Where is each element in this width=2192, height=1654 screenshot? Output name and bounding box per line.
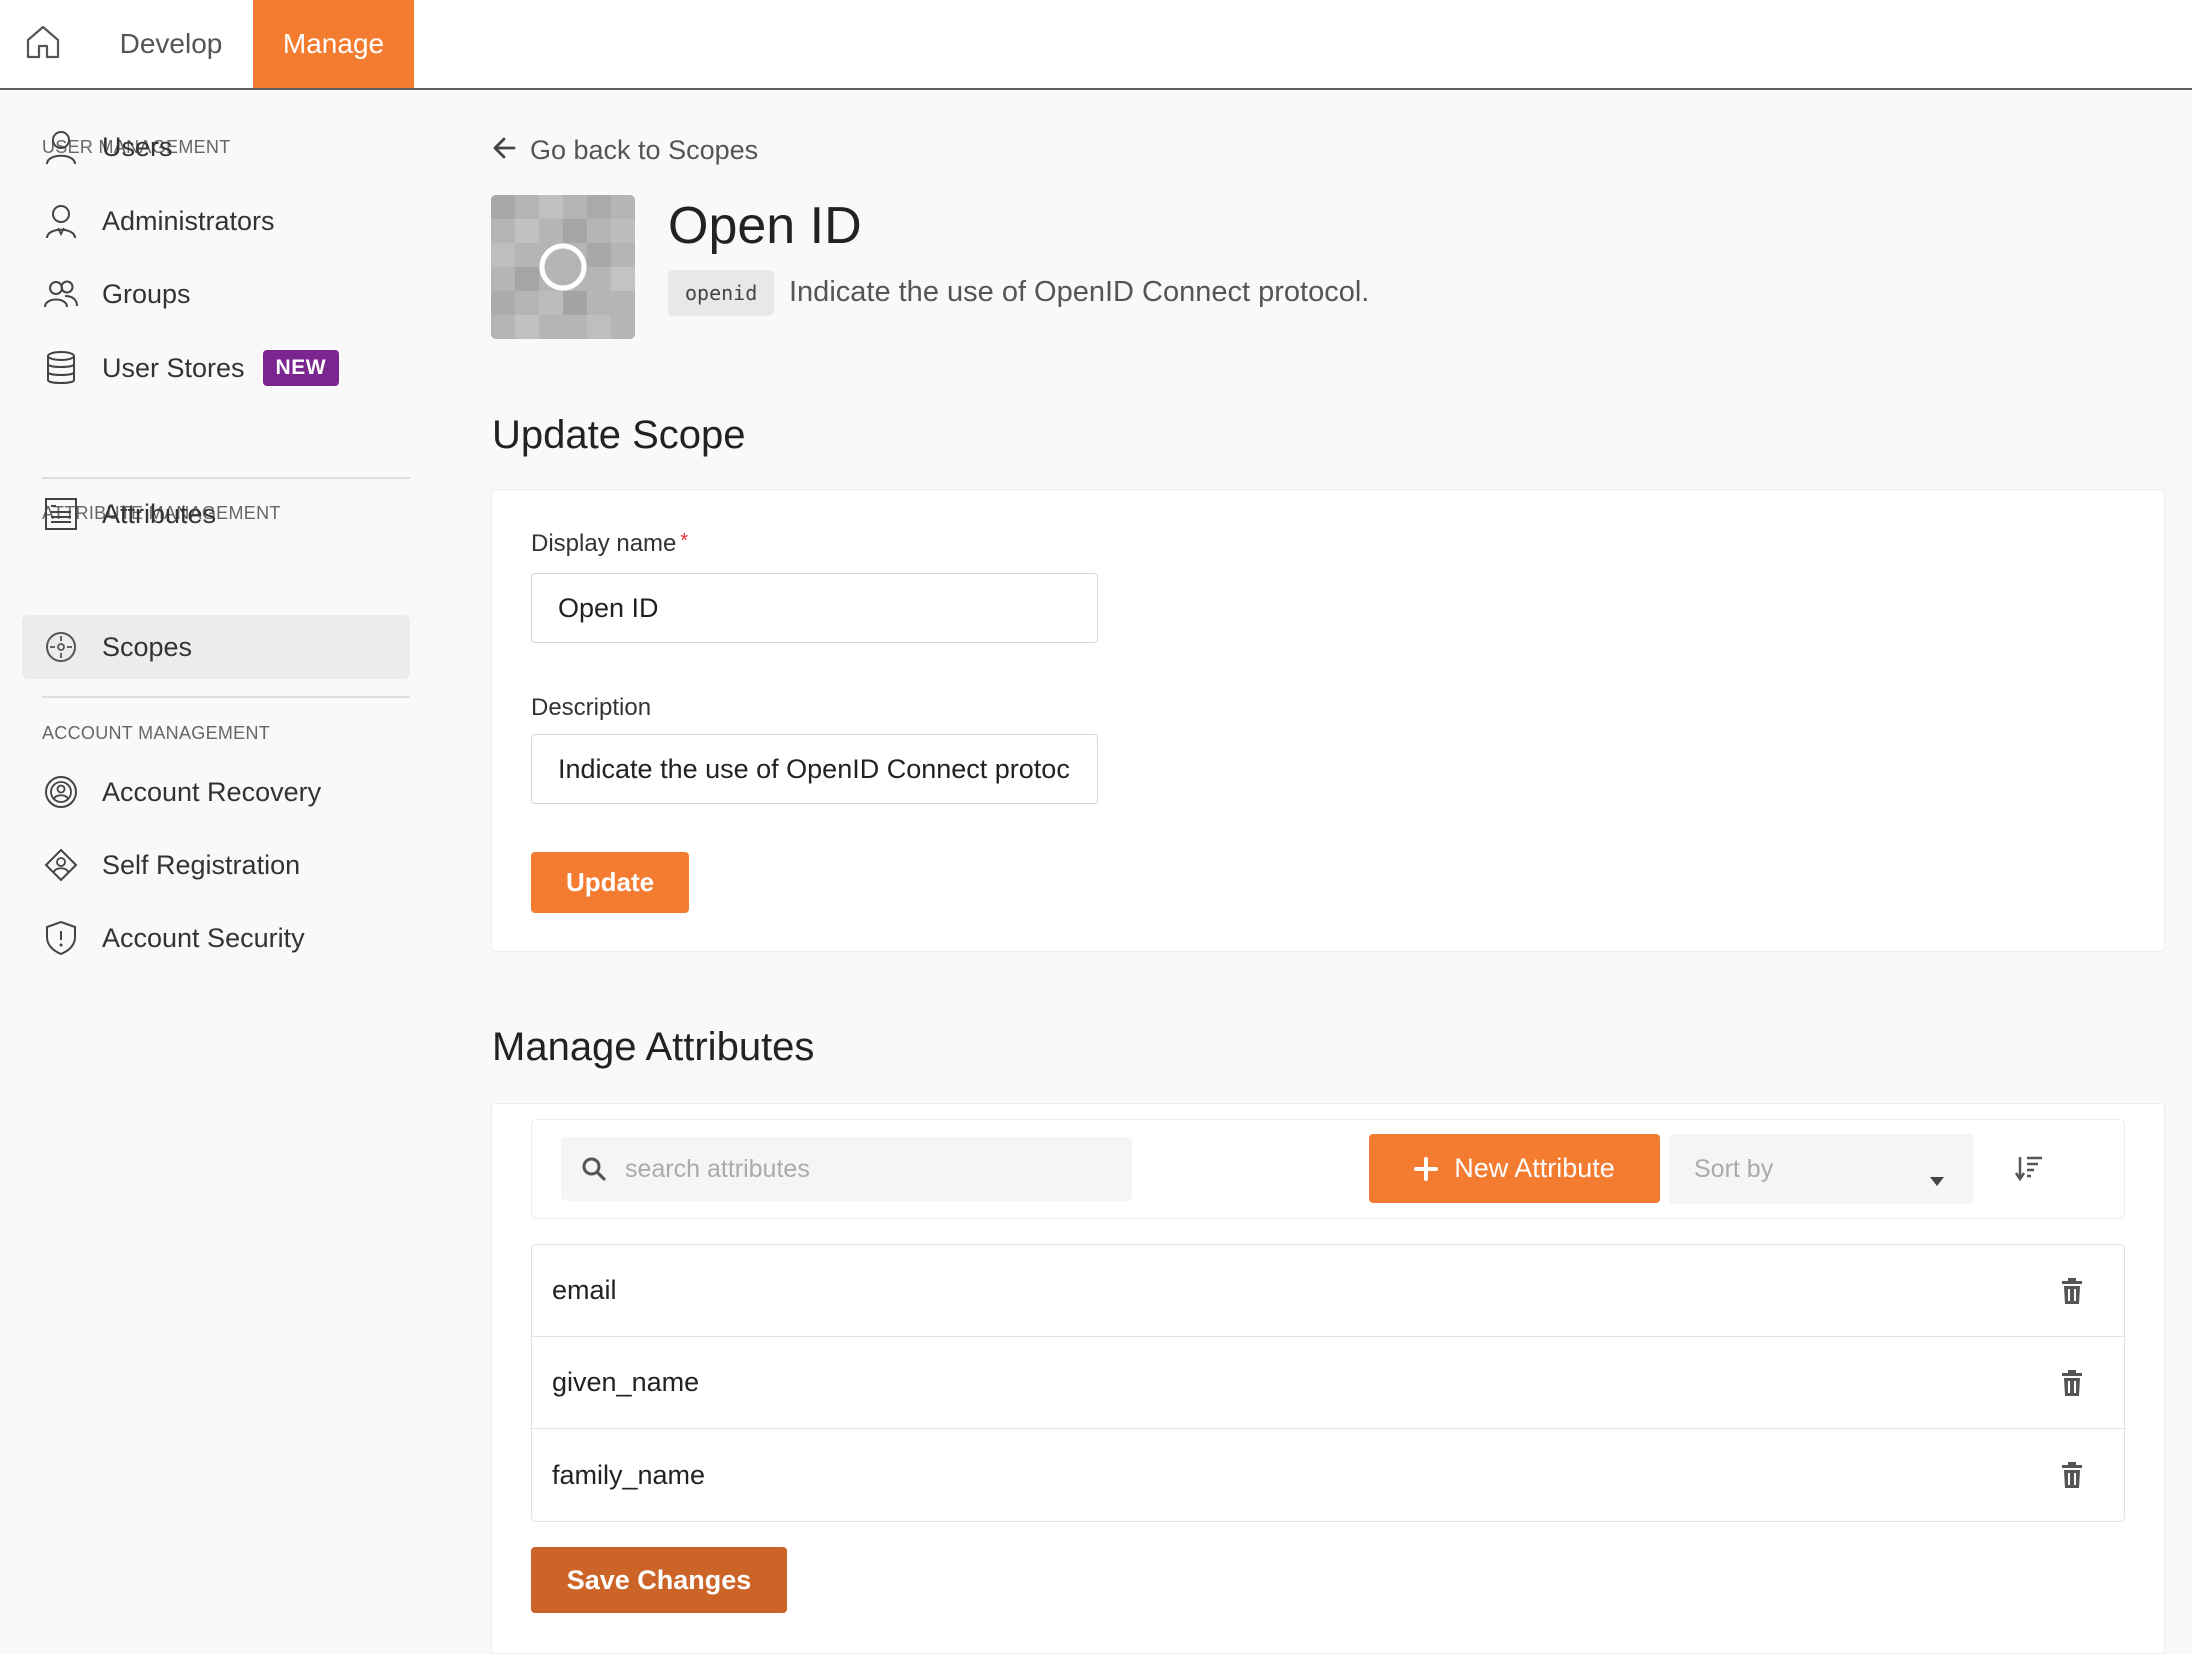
sidebar-item-self-registration[interactable]: Self Registration xyxy=(22,833,410,897)
shield-icon xyxy=(43,920,79,956)
sidebar-item-account-recovery[interactable]: Account Recovery xyxy=(22,760,410,824)
sidebar-item-label: Groups xyxy=(102,278,191,309)
home-button[interactable] xyxy=(0,0,86,88)
search-attributes-input[interactable] xyxy=(625,1154,1105,1184)
scope-avatar xyxy=(491,195,635,339)
tab-manage[interactable]: Manage xyxy=(253,0,414,88)
attribute-name: family_name xyxy=(552,1459,706,1490)
sort-by-dropdown[interactable]: Sort by xyxy=(1669,1134,1974,1204)
sidebar-item-label: Administrators xyxy=(102,205,275,236)
sidebar-item-label: Attributes xyxy=(102,498,217,529)
new-attribute-label: New Attribute xyxy=(1454,1153,1615,1183)
scope-description: Indicate the use of OpenID Connect proto… xyxy=(789,276,1370,308)
sidebar: USER MANAGEMENT Users Administrators Gro… xyxy=(0,90,430,1654)
self-registration-icon xyxy=(43,847,79,883)
display-name-field[interactable] xyxy=(531,573,1098,643)
recovery-icon xyxy=(43,774,79,810)
description-field[interactable] xyxy=(531,734,1098,804)
display-name-label: Display name * xyxy=(531,530,688,558)
sort-by-placeholder: Sort by xyxy=(1694,1154,1774,1183)
description-label: Description xyxy=(531,694,652,721)
update-scope-card: Display name* Description Update xyxy=(491,489,2165,952)
arrow-left-icon xyxy=(492,135,516,166)
trash-icon[interactable] xyxy=(2060,1277,2084,1304)
scope-title: Open ID xyxy=(668,197,862,255)
update-scope-heading: Update Scope xyxy=(492,413,746,457)
back-link-label: Go back to Scopes xyxy=(530,134,759,165)
database-icon xyxy=(43,350,79,386)
sidebar-item-scopes[interactable]: Scopes xyxy=(22,615,410,679)
sidebar-item-label: Account Security xyxy=(102,922,305,953)
section-title-account-management: ACCOUNT MANAGEMENT xyxy=(42,723,271,743)
search-box xyxy=(561,1137,1132,1201)
sidebar-item-label: User Stores xyxy=(102,352,245,383)
attribute-name: given_name xyxy=(552,1367,700,1397)
admin-icon xyxy=(43,203,79,239)
list-item: email xyxy=(532,1245,2124,1337)
attributes-icon xyxy=(43,496,79,532)
save-changes-button[interactable]: Save Changes xyxy=(531,1547,787,1613)
sidebar-item-label: Scopes xyxy=(102,631,193,662)
plus-icon xyxy=(1414,1156,1439,1181)
tab-develop[interactable]: Develop xyxy=(96,0,246,88)
list-item: family_name xyxy=(532,1429,2124,1521)
manage-attributes-card: New Attribute Sort by email given_name f… xyxy=(491,1103,2165,1654)
list-item: given_name xyxy=(532,1337,2124,1429)
home-icon xyxy=(23,22,63,67)
sidebar-item-label: Users xyxy=(102,131,173,162)
top-navigation-bar: Develop Manage xyxy=(0,0,2192,90)
user-icon xyxy=(43,129,79,165)
sort-order-icon[interactable] xyxy=(2014,1153,2044,1183)
sidebar-item-label: Account Recovery xyxy=(102,776,322,807)
sidebar-item-user-stores[interactable]: User Stores NEW xyxy=(22,336,410,400)
attributes-toolbar: New Attribute Sort by xyxy=(531,1119,2125,1219)
sidebar-item-users[interactable]: Users xyxy=(22,115,410,179)
sidebar-item-groups[interactable]: Groups xyxy=(22,262,410,326)
new-attribute-button[interactable]: New Attribute xyxy=(1369,1134,1660,1203)
sidebar-item-administrators[interactable]: Administrators xyxy=(22,189,410,253)
sidebar-divider xyxy=(42,477,410,479)
sidebar-item-account-security[interactable]: Account Security xyxy=(22,906,410,970)
trash-icon[interactable] xyxy=(2060,1462,2084,1488)
attribute-name: email xyxy=(552,1275,617,1305)
trash-icon[interactable] xyxy=(2060,1369,2084,1396)
back-to-scopes-link[interactable]: Go back to Scopes xyxy=(492,132,758,168)
scope-key-chip: openid xyxy=(668,270,775,316)
scopes-icon xyxy=(43,629,79,665)
attributes-list: email given_name family_name xyxy=(531,1244,2125,1522)
search-icon xyxy=(581,1156,607,1182)
manage-attributes-heading: Manage Attributes xyxy=(492,1025,815,1069)
caret-down-icon xyxy=(1930,1164,1944,1193)
sidebar-item-label: Self Registration xyxy=(102,849,301,880)
new-badge: NEW xyxy=(262,350,340,386)
groups-icon xyxy=(43,276,79,312)
sidebar-divider xyxy=(42,696,410,698)
sidebar-item-attributes[interactable]: Attributes xyxy=(22,482,410,546)
required-mark: * xyxy=(680,530,689,552)
update-button[interactable]: Update xyxy=(531,852,689,913)
display-name-label-text: Display name xyxy=(531,530,677,557)
